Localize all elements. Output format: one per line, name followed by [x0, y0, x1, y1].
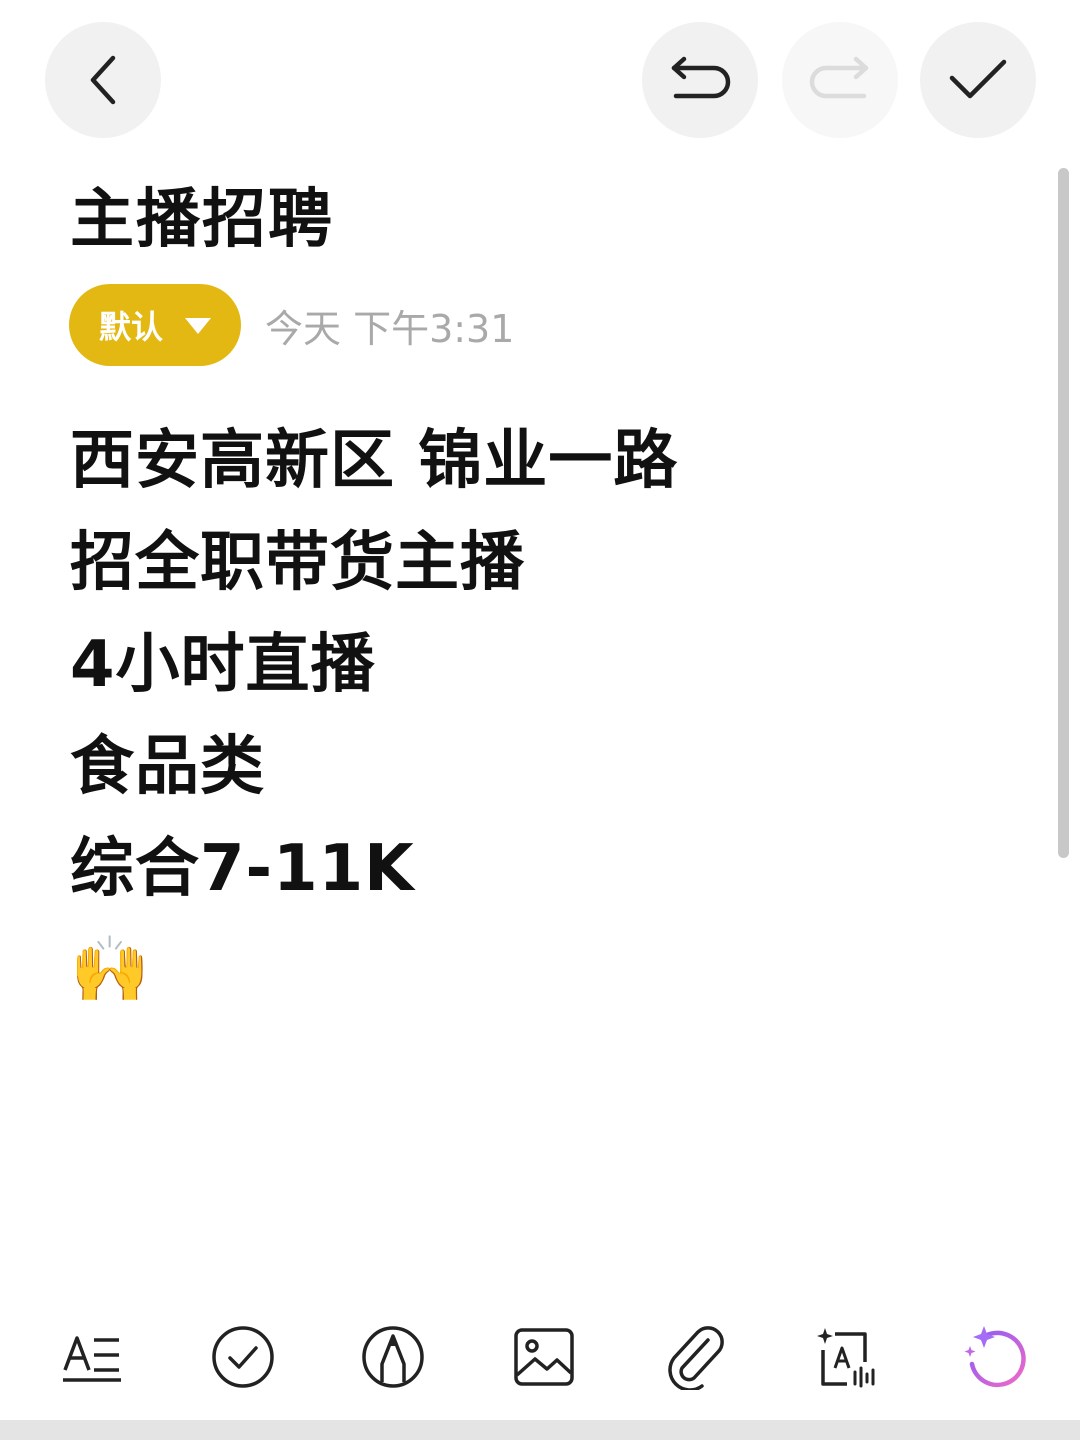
image-icon: [514, 1328, 574, 1386]
back-button[interactable]: [45, 22, 161, 138]
body-line: 西安高新区 锦业一路: [70, 424, 679, 498]
attachment-icon: [668, 1326, 724, 1390]
body-line: 招全职带货主播: [70, 526, 525, 600]
scrollbar[interactable]: [1058, 168, 1069, 858]
image-button[interactable]: [509, 1322, 579, 1392]
chevron-left-icon: [90, 55, 116, 105]
redo-button[interactable]: [782, 22, 898, 138]
note-title[interactable]: 主播招聘: [70, 178, 334, 262]
text-format-button[interactable]: [57, 1322, 127, 1392]
note-meta: 默认 今天 下午3:31: [69, 284, 514, 366]
body-line: 综合7-11K: [70, 832, 415, 906]
undo-icon: [671, 56, 731, 99]
bottom-bar: [0, 1420, 1080, 1440]
undo-button[interactable]: [642, 22, 758, 138]
pen-icon: [362, 1326, 424, 1388]
pen-button[interactable]: [358, 1322, 428, 1392]
text-format-icon: [63, 1336, 121, 1382]
caret-down-icon: [185, 318, 211, 334]
redo-icon: [809, 56, 869, 99]
done-button[interactable]: [920, 22, 1036, 138]
ai-voice-text-icon: [817, 1328, 875, 1388]
raising-hands-emoji: 🙌: [70, 933, 150, 1007]
checklist-icon: [212, 1326, 274, 1388]
note-body[interactable]: 西安高新区 锦业一路 招全职带货主播 4小时直播 食品类 综合7-11K 🙌: [70, 410, 678, 1020]
body-line: 4小时直播: [70, 628, 376, 702]
folder-label: 默认: [98, 308, 163, 346]
folder-selector[interactable]: 默认: [69, 284, 241, 366]
ai-voice-text-button[interactable]: [811, 1322, 881, 1392]
checkmark-icon: [949, 59, 1007, 99]
attachment-button[interactable]: [660, 1322, 730, 1392]
ai-assistant-icon: [964, 1326, 1026, 1388]
note-timestamp: 今天 下午3:31: [265, 306, 515, 351]
checklist-button[interactable]: [208, 1322, 278, 1392]
ai-assistant-button[interactable]: [960, 1322, 1030, 1392]
body-line: 食品类: [70, 730, 265, 804]
